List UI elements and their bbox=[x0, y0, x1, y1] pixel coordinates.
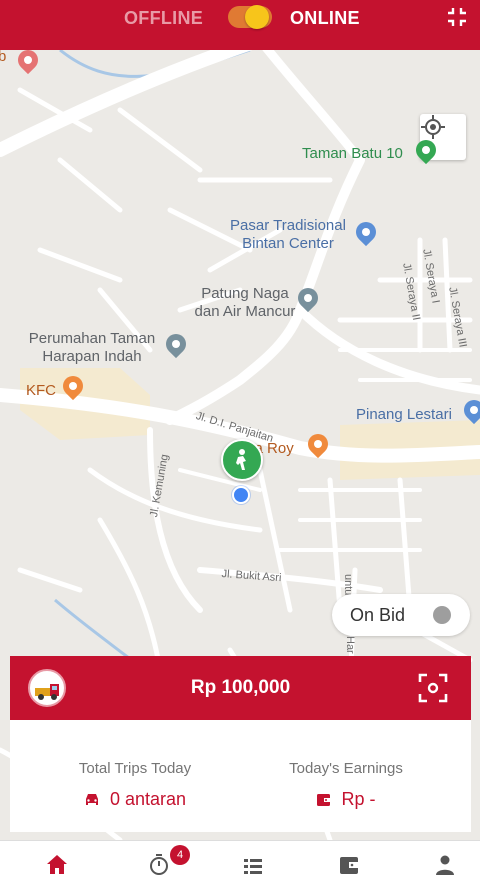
on-bid-toggle[interactable]: On Bid bbox=[332, 594, 470, 636]
person-icon bbox=[236, 449, 246, 470]
wallet-icon bbox=[340, 857, 358, 874]
crosshair-icon bbox=[421, 115, 445, 139]
offline-label[interactable]: OFFLINE bbox=[124, 8, 203, 29]
nav-wallet[interactable] bbox=[300, 841, 396, 880]
earnings-stat: Today's Earnings Rp - bbox=[231, 760, 461, 810]
place-patung-naga[interactable]: Patung Naga dan Air Mancur bbox=[190, 285, 300, 321]
on-bid-indicator bbox=[433, 606, 451, 624]
place-taman-batu[interactable]: Taman Batu 10 bbox=[302, 145, 403, 163]
trips-title: Total Trips Today bbox=[78, 760, 192, 777]
nav-timer[interactable]: 4 bbox=[110, 841, 206, 880]
nav-list[interactable] bbox=[204, 841, 300, 880]
scan-icon[interactable] bbox=[418, 673, 448, 703]
on-bid-label: On Bid bbox=[350, 605, 406, 625]
earnings-title: Today's Earnings bbox=[289, 760, 403, 777]
trips-value: 0 antaran bbox=[109, 789, 187, 809]
street-har: Har bbox=[344, 636, 356, 654]
profile-icon bbox=[436, 855, 454, 875]
place-perumahan[interactable]: Perumahan Taman Harapan Indah bbox=[22, 330, 162, 366]
car-icon bbox=[85, 793, 98, 805]
online-label[interactable]: ONLINE bbox=[290, 8, 360, 29]
collapse-icon[interactable] bbox=[446, 6, 468, 28]
timer-badge: 4 bbox=[170, 845, 190, 865]
timer-icon bbox=[150, 854, 168, 875]
current-location-dot bbox=[232, 486, 250, 504]
nav-home[interactable] bbox=[8, 841, 104, 880]
street-untu: untu bbox=[342, 574, 354, 596]
bottom-nav: 4 bbox=[0, 840, 480, 880]
driver-location-marker bbox=[221, 439, 263, 481]
earnings-value: Rp - bbox=[341, 789, 376, 809]
top-bar: OFFLINE ONLINE bbox=[0, 0, 480, 50]
partial-place-label: b bbox=[0, 50, 7, 65]
balance-bar: Rp 100,000 bbox=[10, 656, 471, 720]
trips-stat: Total Trips Today 0 antaran bbox=[20, 760, 250, 810]
place-kfc[interactable]: KFC bbox=[26, 382, 56, 400]
place-pasar[interactable]: Pasar Tradisional Bintan Center bbox=[220, 217, 356, 253]
home-icon bbox=[47, 855, 67, 874]
balance-amount: Rp 100,000 bbox=[190, 677, 291, 698]
nav-profile[interactable] bbox=[396, 841, 480, 880]
wallet-small-icon bbox=[317, 793, 331, 806]
list-icon bbox=[244, 859, 262, 874]
place-pinang-lestari[interactable]: Pinang Lestari bbox=[356, 406, 452, 424]
daily-stats-card: Total Trips Today 0 antaran Today's Earn… bbox=[10, 720, 471, 832]
online-toggle-knob[interactable] bbox=[245, 5, 269, 29]
